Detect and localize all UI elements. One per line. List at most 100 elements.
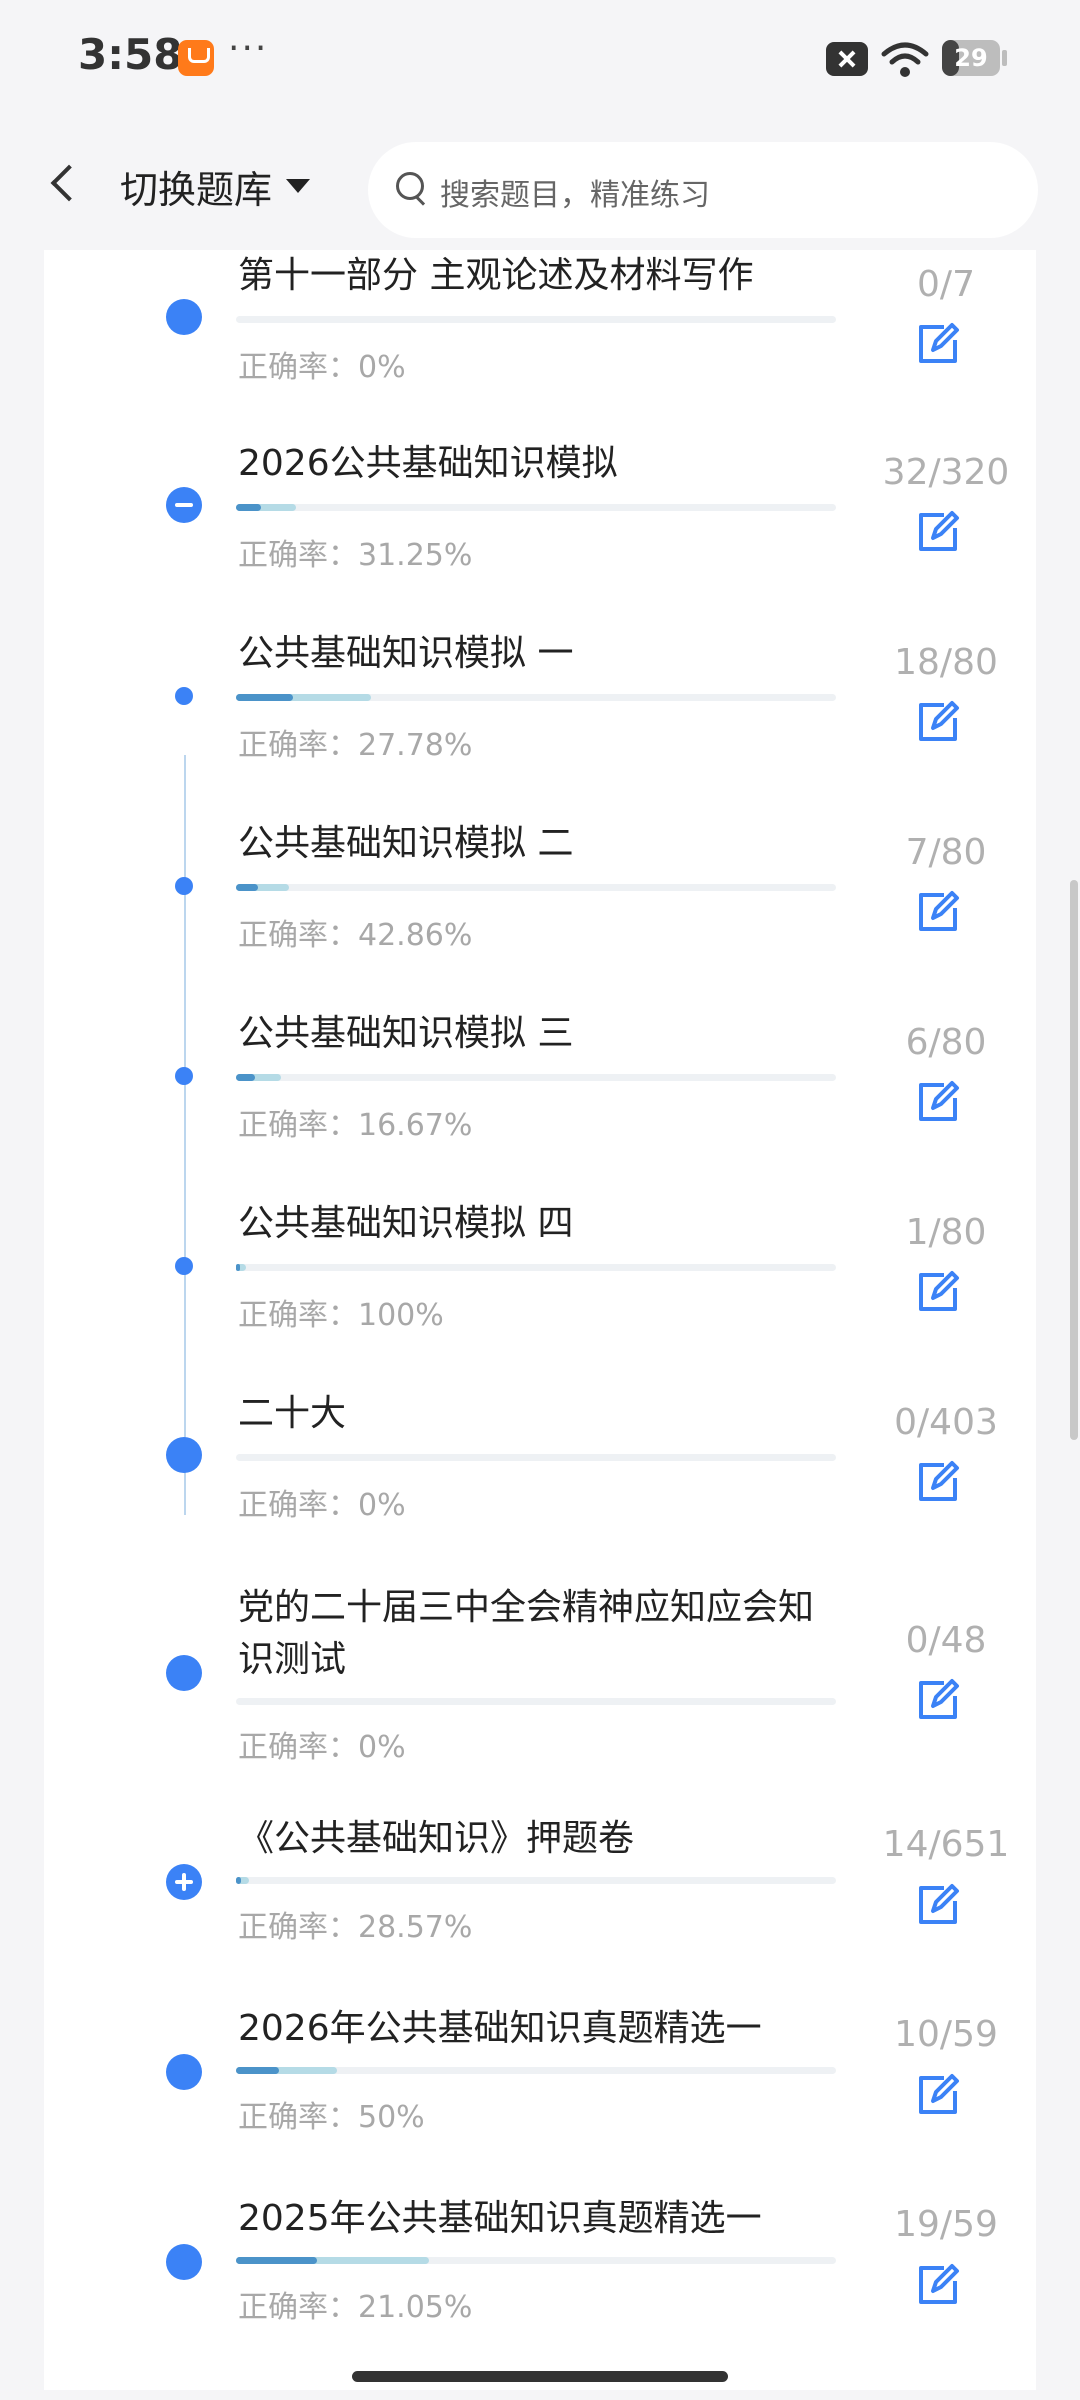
- list-item[interactable]: 《公共基础知识》押题卷 正确率：28.57% 14/651: [44, 1810, 1036, 2000]
- search-placeholder: 搜索题目，精准练习: [440, 178, 710, 213]
- list-item[interactable]: 第十一部分 主观论述及材料写作 正确率：0% 0/7: [44, 250, 1036, 430]
- search-input[interactable]: 搜索题目，精准练习: [368, 142, 1038, 238]
- scrollbar[interactable]: [1070, 880, 1078, 1440]
- edit-icon[interactable]: [916, 1460, 960, 1504]
- collapse-icon[interactable]: [166, 487, 202, 523]
- item-count: 1/80: [905, 1212, 987, 1253]
- status-time: 3:58: [78, 30, 183, 79]
- list-item[interactable]: 2026年公共基础知识真题精选一 正确率：50% 10/59: [44, 2000, 1036, 2190]
- node-dot: [166, 1655, 202, 1691]
- node-dot: [175, 1257, 193, 1275]
- item-count: 14/651: [882, 1824, 1010, 1865]
- edit-icon[interactable]: [916, 1678, 960, 1722]
- edit-icon[interactable]: [916, 322, 960, 366]
- progress-accent: [236, 1074, 255, 1081]
- node-dot: [166, 2054, 202, 2090]
- progress-bar: [236, 2067, 836, 2074]
- caret-down-icon: [286, 179, 311, 193]
- edit-icon[interactable]: [916, 1080, 960, 1124]
- item-count: 32/320: [882, 452, 1010, 493]
- progress-bar: [236, 316, 836, 323]
- progress-bar: [236, 2257, 836, 2264]
- node-dot: [166, 1437, 202, 1473]
- list-item[interactable]: 公共基础知识模拟 三 正确率：16.67% 6/80: [44, 1000, 1036, 1190]
- item-title: 党的二十届三中全会精神应知应会知识测试: [238, 1587, 815, 1680]
- progress-bar: [236, 694, 836, 701]
- progress-accent: [236, 2067, 279, 2074]
- close-notification-icon: [826, 42, 868, 76]
- item-title: 公共基础知识模拟 二: [238, 823, 574, 864]
- back-button[interactable]: [38, 160, 88, 210]
- progress-bar: [236, 1698, 836, 1705]
- edit-icon[interactable]: [916, 510, 960, 554]
- progress-bar: [236, 1264, 836, 1271]
- item-count: 0/48: [905, 1620, 987, 1661]
- node-dot: [175, 877, 193, 895]
- item-count: 0/7: [917, 264, 975, 305]
- item-title: 公共基础知识模拟 三: [238, 1013, 574, 1054]
- item-title: 公共基础知识模拟 一: [238, 633, 574, 674]
- battery-cap: [1002, 50, 1007, 66]
- item-title: 公共基础知识模拟 四: [238, 1203, 574, 1244]
- item-accuracy: 正确率：0%: [238, 350, 406, 385]
- progress-bar: [236, 884, 836, 891]
- node-dot: [166, 2244, 202, 2280]
- progress-accent: [236, 504, 262, 511]
- progress-bar: [236, 1454, 836, 1461]
- progress-accent: [236, 2257, 318, 2264]
- edit-icon[interactable]: [916, 1270, 960, 1314]
- home-indicator[interactable]: [352, 2371, 728, 2382]
- progress-bar: [236, 1877, 836, 1884]
- expand-icon[interactable]: [166, 1864, 202, 1900]
- switch-bank-dropdown[interactable]: 切换题库: [120, 158, 311, 214]
- edit-icon[interactable]: [916, 2073, 960, 2117]
- item-count: 18/80: [894, 642, 998, 683]
- battery-icon: 29: [942, 40, 1000, 76]
- edit-icon[interactable]: [916, 890, 960, 934]
- item-accuracy: 正确率：31.25%: [238, 538, 473, 573]
- status-bar: 3:58 ··· 29: [0, 0, 1080, 120]
- top-bar: 切换题库 搜索题目，精准练习: [0, 120, 1080, 250]
- item-title: 二十大: [238, 1393, 347, 1434]
- item-accuracy: 正确率：42.86%: [238, 918, 473, 953]
- node-dot: [175, 1067, 193, 1085]
- progress-bar: [236, 1074, 836, 1081]
- item-accuracy: 正确率：100%: [238, 1298, 444, 1333]
- item-title: 2026公共基础知识模拟: [238, 443, 618, 484]
- list-item[interactable]: 公共基础知识模拟 四 正确率：100% 1/80: [44, 1190, 1036, 1380]
- progress-accent: [236, 1264, 240, 1271]
- item-count: 6/80: [905, 1022, 987, 1063]
- item-count: 0/403: [894, 1402, 998, 1443]
- wifi-icon: [881, 42, 929, 77]
- item-title: 2026年公共基础知识真题精选一: [238, 2008, 762, 2049]
- switch-bank-label: 切换题库: [120, 167, 273, 212]
- item-count: 19/59: [894, 2204, 998, 2245]
- item-accuracy: 正确率：0%: [238, 1488, 406, 1523]
- list-item[interactable]: 党的二十届三中全会精神应知应会知识测试 正确率：0% 0/48: [44, 1570, 1036, 1810]
- question-bank-list: 第十一部分 主观论述及材料写作 正确率：0% 0/7 2026公共基础知识模拟 …: [44, 250, 1036, 2390]
- item-accuracy: 正确率：50%: [238, 2100, 425, 2135]
- item-title: 2025年公共基础知识真题精选一: [238, 2198, 762, 2239]
- item-title: 第十一部分 主观论述及材料写作: [238, 255, 754, 296]
- item-count: 7/80: [905, 832, 987, 873]
- progress-accent: [236, 884, 259, 891]
- list-item[interactable]: 公共基础知识模拟 一 正确率：27.78% 18/80: [44, 620, 1036, 810]
- item-accuracy: 正确率：0%: [238, 1730, 406, 1765]
- edit-icon[interactable]: [916, 1883, 960, 1927]
- node-dot: [175, 687, 193, 705]
- list-item[interactable]: 2026公共基础知识模拟 正确率：31.25% 32/320: [44, 430, 1036, 620]
- item-accuracy: 正确率：16.67%: [238, 1108, 473, 1143]
- edit-icon[interactable]: [916, 2263, 960, 2307]
- progress-bar: [236, 504, 836, 511]
- edit-icon[interactable]: [916, 700, 960, 744]
- battery-level: 29: [954, 44, 988, 72]
- node-dot: [166, 299, 202, 335]
- list-item[interactable]: 二十大 正确率：0% 0/403: [44, 1380, 1036, 1570]
- list-item[interactable]: 2025年公共基础知识真题精选一 正确率：21.05% 19/59: [44, 2190, 1036, 2380]
- item-count: 10/59: [894, 2014, 998, 2055]
- search-icon: [396, 172, 424, 200]
- list-item[interactable]: 公共基础知识模拟 二 正确率：42.86% 7/80: [44, 810, 1036, 1000]
- item-title: 《公共基础知识》押题卷: [238, 1818, 635, 1859]
- item-accuracy: 正确率：21.05%: [238, 2290, 473, 2325]
- progress-accent: [236, 694, 293, 701]
